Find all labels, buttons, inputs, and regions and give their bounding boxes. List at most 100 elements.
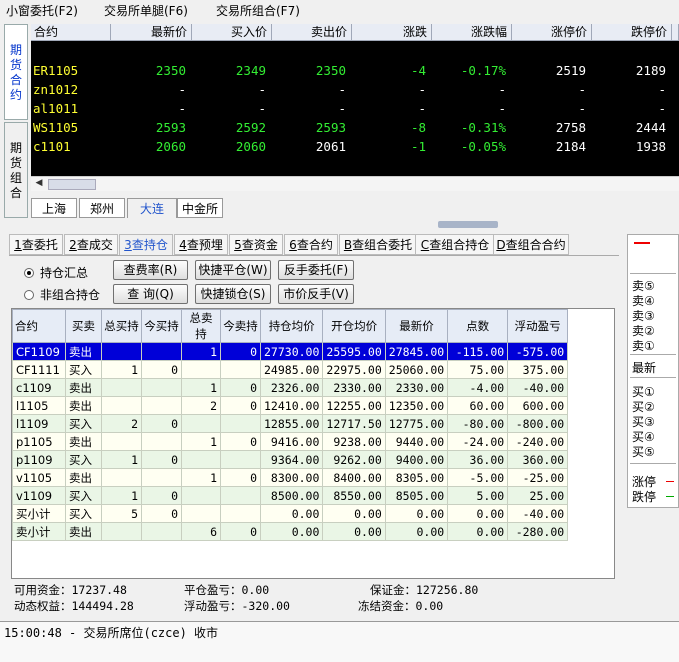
quote-cell-pct: -0.31% [460, 120, 506, 135]
quote-horizontal-scrollbar[interactable]: ◀ [31, 176, 679, 191]
quote-cell-name: c1101 [33, 139, 71, 154]
pos-header-hold-avg[interactable]: 持仓均价 [259, 309, 324, 343]
table-cell: 买入 [65, 450, 102, 469]
tab-hotkey: 6 [289, 238, 297, 252]
tab-query-5[interactable]: 6查合约 [284, 234, 338, 255]
scroll-left-icon[interactable]: ◀ [32, 178, 46, 191]
query-panel: 1查委托 2查成交 3查持仓 4查预埋 5查资金 6查合约 B查组合委托 C查组合持仓 D查组合… [0, 228, 624, 622]
tab-query-4[interactable]: 5查资金 [229, 234, 283, 255]
quote-header-limit-down[interactable]: 跌停价 [592, 24, 672, 41]
table-row[interactable]: 买小计 买入 5 0 0.00 0.00 0.00 0.00 -40.00 [12, 504, 569, 523]
menu-exchange-combo[interactable]: 交易所组合(F7) [216, 2, 300, 19]
quote-cell-up: 2184 [555, 139, 586, 154]
quote-header-change-pct[interactable]: 涨跌幅 [432, 24, 512, 41]
pos-header-total-short[interactable]: 总卖持 [181, 309, 221, 343]
tab-label: 查组合合约 [505, 238, 566, 252]
quote-row[interactable]: zn1012 - - - - - - - [31, 80, 679, 99]
pos-header-today-short[interactable]: 今卖持 [220, 309, 261, 343]
query-button[interactable]: 查 询(Q) [113, 284, 188, 304]
quote-header-limit-up[interactable]: 涨停价 [512, 24, 592, 41]
quote-header-ask[interactable]: 卖出价 [272, 24, 352, 41]
tab-exchange-zhengzhou[interactable]: 郑州 [79, 198, 125, 218]
pos-header-last[interactable]: 最新价 [384, 309, 449, 343]
table-row[interactable]: CF1111 买入 1 0 24985.00 22975.00 25060.00 75.00 3… [12, 360, 569, 379]
pos-header-open-avg[interactable]: 开仓均价 [322, 309, 386, 343]
table-cell: 27845.00 [384, 342, 449, 361]
tab-exchange-dalian[interactable]: 大连 [127, 198, 177, 218]
table-cell: 2326.00 [259, 378, 324, 397]
table-cell [220, 360, 261, 379]
tab-exchange-cffex[interactable]: 中金所 [177, 198, 223, 218]
quote-row[interactable]: ER1105 2350 2349 2350 -4 -0.17% 2519 2189 [31, 61, 679, 80]
positions-header-row: 合约 买卖 总买持 今买持 总卖持 今卖持 持仓均价 开仓均价 最新价 点数 浮… [12, 309, 569, 343]
table-cell: 0 [220, 522, 261, 541]
quick-close-button[interactable]: 快捷平仓(W) [195, 260, 271, 280]
tab-query-0[interactable]: 1查委托 [9, 234, 63, 255]
tab-query-6[interactable]: B查组合委托 [339, 234, 417, 255]
quote-row[interactable]: c1101 2060 2060 2061 -1 -0.05% 2184 1938 [31, 137, 679, 156]
table-row[interactable]: p1105 卖出 1 0 9416.00 9238.00 9440.00 -24.00 -240… [12, 432, 569, 451]
table-cell: 1 [181, 468, 221, 487]
pos-header-total-long[interactable]: 总买持 [101, 309, 142, 343]
tab-futures-contracts[interactable]: 期货合约 [4, 24, 28, 120]
table-cell: 6 [181, 522, 221, 541]
quote-cell-ask: 2593 [315, 120, 346, 135]
tab-label: 查预埋 [186, 238, 223, 252]
table-cell: 0.00 [447, 504, 509, 523]
quote-header-contract[interactable]: 合约 [31, 24, 111, 41]
quote-grid[interactable]: 合约 最新价 买入价 卖出价 涨跌 涨跌幅 涨停价 跌停价 ER1105 2350… [31, 24, 679, 176]
radio-position-summary[interactable]: 持仓汇总 [24, 264, 88, 281]
pos-header-contract[interactable]: 合约 [12, 309, 66, 343]
quote-cell-up: - [578, 82, 586, 97]
table-row[interactable]: v1109 买入 1 0 8500.00 8550.00 8505.00 5.00 25.00 [12, 486, 569, 505]
table-cell: 卖小计 [12, 522, 66, 541]
tab-query-1[interactable]: 2查成交 [64, 234, 118, 255]
quote-header-change[interactable]: 涨跌 [352, 24, 432, 41]
menu-exchange-single-leg[interactable]: 交易所单腿(F6) [104, 2, 188, 19]
quote-cell-name: WS1105 [33, 120, 79, 135]
table-cell: 12350.00 [384, 396, 449, 415]
table-cell: CF1109 [12, 342, 66, 361]
quick-lock-button[interactable]: 快捷锁仓(S) [195, 284, 271, 304]
quote-row[interactable]: al1011 - - - - - - - [31, 99, 679, 118]
market-reverse-button[interactable]: 市价反手(V) [278, 284, 354, 304]
reverse-order-button[interactable]: 反手委托(F) [278, 260, 354, 280]
fee-rate-button[interactable]: 查费率(R) [113, 260, 188, 280]
table-row[interactable]: c1109 卖出 1 0 2326.00 2330.00 2330.00 -4.00 -40.0… [12, 378, 569, 397]
scroll-thumb[interactable] [48, 179, 96, 190]
pos-header-today-long[interactable]: 今买持 [141, 309, 182, 343]
tab-query-3[interactable]: 4查预埋 [174, 234, 228, 255]
quote-cell-name: al1011 [33, 101, 79, 116]
positions-table-container[interactable]: 合约 买卖 总买持 今买持 总卖持 今卖持 持仓均价 开仓均价 最新价 点数 浮… [11, 308, 615, 579]
table-cell: v1105 [12, 468, 66, 487]
pos-header-points[interactable]: 点数 [447, 309, 509, 343]
table-row[interactable]: CF1109 卖出 1 0 27730.00 25595.00 27845.00 -115.0… [12, 342, 569, 361]
table-cell: -800.00 [507, 414, 569, 433]
quote-cell-up: 2519 [555, 63, 586, 78]
radio-non-combo-position[interactable]: 非组合持仓 [24, 286, 100, 303]
menu-small-window-order[interactable]: 小窗委托(F2) [6, 2, 78, 19]
depth-last-label: 最新 [632, 361, 657, 375]
pos-header-side[interactable]: 买卖 [65, 309, 102, 343]
tab-query-2[interactable]: 3查持仓 [119, 234, 173, 255]
table-cell: 0 [220, 396, 261, 415]
table-row[interactable]: l1105 卖出 2 0 12410.00 12255.00 12350.00 60.00 60… [12, 396, 569, 415]
quote-header-last[interactable]: 最新价 [111, 24, 192, 41]
tab-query-7[interactable]: C查组合持仓 [415, 234, 495, 255]
panel-splitter[interactable] [438, 221, 498, 228]
table-row[interactable]: 卖小计 卖出 6 0 0.00 0.00 0.00 0.00 -280.00 [12, 522, 569, 541]
tab-query-8[interactable]: D查组合合约 [493, 234, 569, 255]
depth-separator [630, 463, 676, 464]
quote-header-bid[interactable]: 买入价 [192, 24, 272, 41]
tab-exchange-shanghai[interactable]: 上海 [31, 198, 77, 218]
tab-futures-combos[interactable]: 期货组合 [4, 122, 28, 218]
quote-row[interactable]: WS1105 2593 2592 2593 -8 -0.31% 2758 2444 [31, 118, 679, 137]
table-cell: 1 [181, 432, 221, 451]
table-row[interactable]: v1105 卖出 1 0 8300.00 8400.00 8305.00 -5.00 -25.0… [12, 468, 569, 487]
pos-header-float-pnl[interactable]: 浮动盈亏 [507, 309, 569, 343]
table-cell: -80.00 [447, 414, 509, 433]
frozen-funds: 冻结资金：0.00 [358, 599, 444, 613]
table-row[interactable]: p1109 买入 1 0 9364.00 9262.00 9400.00 36.00 360.0… [12, 450, 569, 469]
table-cell [181, 360, 221, 379]
table-row[interactable]: l1109 买入 2 0 12855.00 12717.50 12775.00 -80.00-… [12, 414, 569, 433]
